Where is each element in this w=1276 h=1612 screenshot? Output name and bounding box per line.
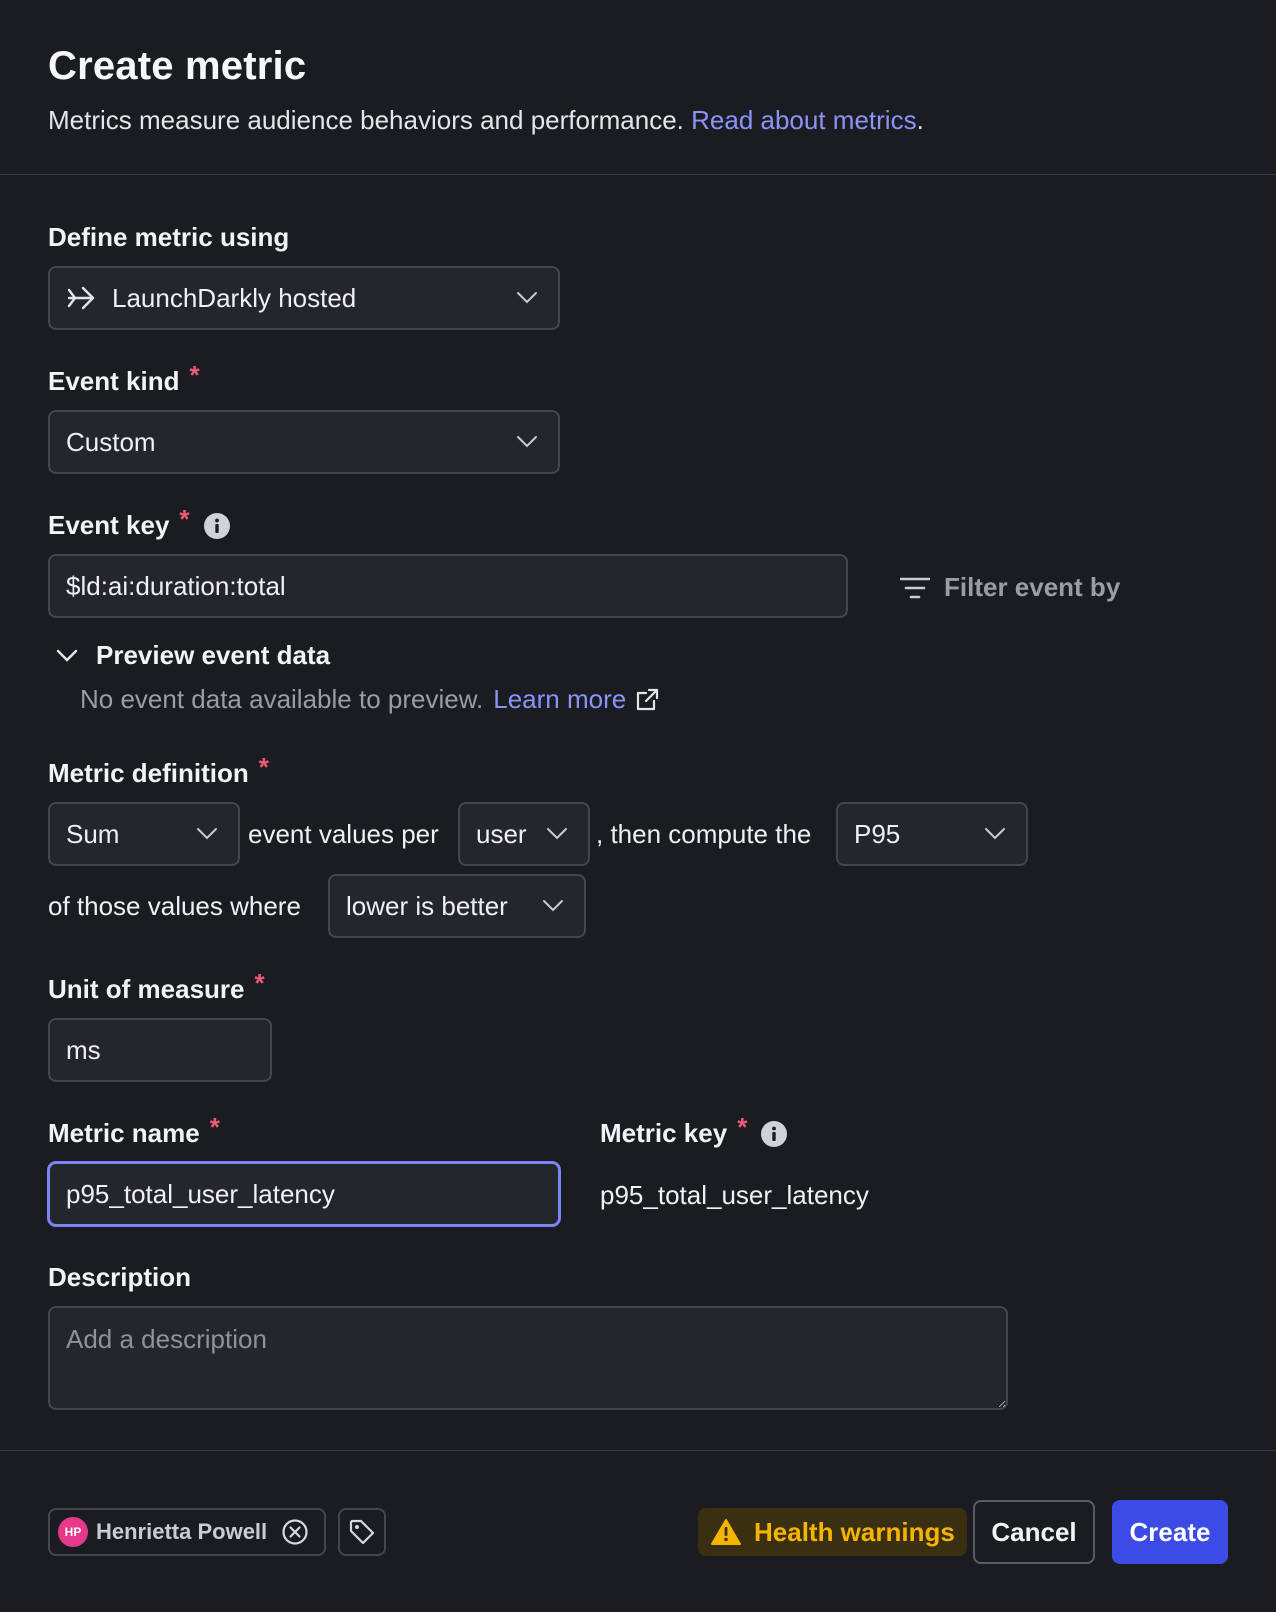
create-button[interactable]: Create (1112, 1500, 1228, 1564)
required-marker: * (209, 1112, 220, 1142)
info-icon[interactable] (761, 1120, 788, 1147)
metric-definition-label-text: Metric definition (48, 758, 249, 788)
event-kind-value: Custom (66, 426, 156, 457)
chevron-down-icon (197, 828, 217, 840)
filter-event-label: Filter event by (944, 572, 1121, 602)
health-warnings-label: Health warnings (754, 1516, 955, 1547)
filter-icon (900, 577, 930, 598)
event-kind-select[interactable]: Custom (48, 410, 560, 474)
health-warnings-badge[interactable]: Health warnings (698, 1508, 967, 1556)
learn-more-link[interactable]: Learn more (493, 684, 626, 715)
add-tag-button[interactable] (338, 1508, 386, 1556)
required-marker: * (179, 504, 190, 534)
chevron-down-icon (56, 649, 78, 662)
unit-of-measure-value: ms (66, 1034, 101, 1065)
tag-icon (349, 1519, 375, 1545)
metric-key-label-text: Metric key (600, 1118, 728, 1148)
maintainer-chip[interactable]: HP Henrietta Powell (48, 1508, 326, 1556)
unit-select[interactable]: user (458, 802, 590, 866)
info-icon[interactable] (203, 512, 230, 539)
event-key-label-text: Event key (48, 510, 170, 540)
metric-name-label: Metric name * (48, 1112, 220, 1149)
subtitle-text: Metrics measure audience behaviors and p… (48, 105, 684, 135)
page-title: Create metric (48, 44, 307, 88)
description-label: Description (48, 1262, 191, 1293)
footer-divider (0, 1450, 1276, 1451)
unit-of-measure-label-text: Unit of measure (48, 974, 245, 1004)
direction-select[interactable]: lower is better (328, 874, 586, 938)
statistic-value: P95 (854, 818, 901, 849)
chevron-down-icon (517, 436, 537, 448)
metric-name-input[interactable]: p95_total_user_latency (48, 1162, 560, 1226)
subtitle-end: . (916, 105, 924, 135)
chevron-down-icon (543, 900, 563, 912)
definition-text-2: , then compute the (596, 819, 812, 849)
chevron-down-icon (517, 292, 537, 304)
definition-text-1: event values per (248, 819, 439, 849)
modal-header: Create metric Metrics measure audience b… (48, 44, 1228, 136)
define-metric-label: Define metric using (48, 222, 289, 253)
metric-definition-label: Metric definition * (48, 752, 269, 789)
cancel-button[interactable]: Cancel (973, 1500, 1095, 1564)
external-link-icon[interactable] (634, 687, 660, 713)
preview-message: No event data available to preview. Lear… (80, 684, 660, 715)
required-marker: * (254, 968, 265, 998)
arrow-right-icon (67, 286, 95, 310)
warning-icon (711, 1519, 741, 1545)
event-key-input[interactable]: $ld:ai:duration:total (48, 554, 848, 618)
avatar: HP (58, 1517, 88, 1547)
metric-key-value: p95_total_user_latency (600, 1180, 869, 1210)
filter-event-button[interactable]: Filter event by (900, 572, 1120, 603)
event-kind-label: Event kind * (48, 360, 200, 397)
definition-text-3: of those values where (48, 891, 301, 921)
metric-name-label-text: Metric name (48, 1118, 200, 1148)
unit-value: user (476, 818, 527, 849)
description-label-text: Description (48, 1262, 192, 1292)
unit-of-measure-input[interactable]: ms (48, 1018, 272, 1082)
page-subtitle: Metrics measure audience behaviors and p… (48, 105, 1228, 136)
define-metric-value: LaunchDarkly hosted (112, 282, 357, 313)
metric-key-label: Metric key * (600, 1112, 788, 1149)
define-metric-select[interactable]: LaunchDarkly hosted (48, 266, 560, 330)
description-textarea[interactable] (48, 1306, 1008, 1410)
create-metric-modal: Create metric Metrics measure audience b… (0, 0, 1276, 1612)
close-circle-icon[interactable] (281, 1518, 309, 1546)
define-metric-label-text: Define metric using (48, 222, 290, 252)
required-marker: * (189, 360, 200, 390)
unit-of-measure-label: Unit of measure * (48, 968, 265, 1005)
metric-name-value: p95_total_user_latency (66, 1178, 335, 1209)
preview-message-text: No event data available to preview. (80, 684, 484, 714)
chevron-down-icon (985, 828, 1005, 840)
preview-event-data-label: Preview event data (96, 640, 331, 670)
preview-event-data-toggle[interactable]: Preview event data (56, 640, 330, 671)
event-kind-label-text: Event kind (48, 366, 180, 396)
direction-value: lower is better (346, 890, 508, 921)
required-marker: * (737, 1112, 748, 1142)
header-divider (0, 174, 1276, 175)
event-key-label: Event key * (48, 504, 230, 541)
aggregation-select[interactable]: Sum (48, 802, 240, 866)
read-about-metrics-link[interactable]: Read about metrics (691, 105, 916, 135)
chevron-down-icon (547, 828, 567, 840)
aggregation-value: Sum (66, 818, 120, 849)
statistic-select[interactable]: P95 (836, 802, 1028, 866)
required-marker: * (258, 752, 269, 782)
maintainer-name: Henrietta Powell (96, 1519, 268, 1544)
event-key-value: $ld:ai:duration:total (66, 570, 286, 601)
